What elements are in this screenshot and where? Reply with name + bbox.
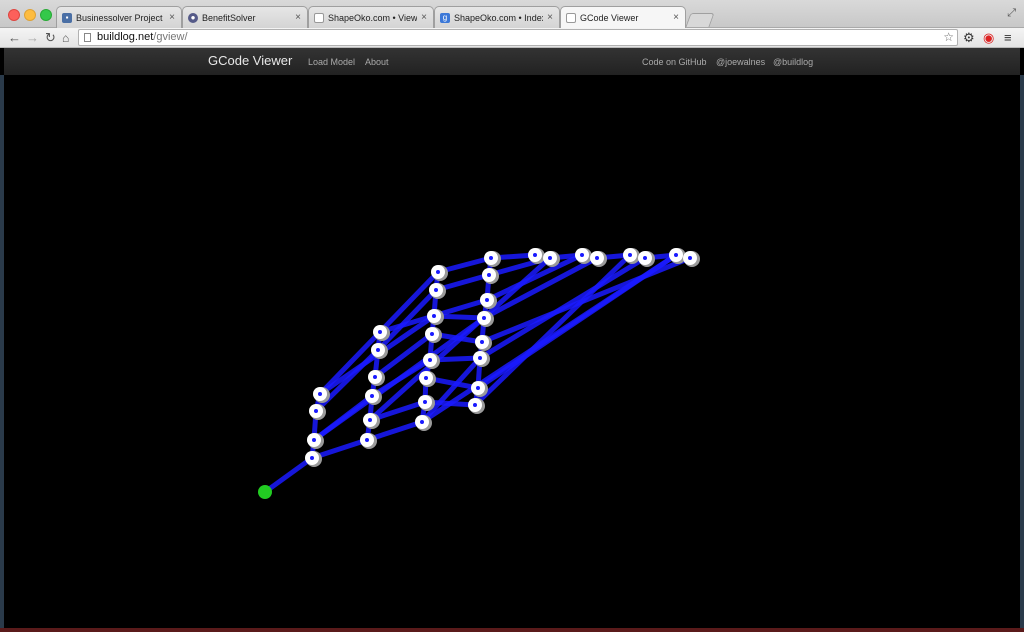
toolpath-vertex bbox=[363, 413, 380, 429]
toolpath-vertex bbox=[360, 433, 377, 449]
toolpath-vertex bbox=[575, 248, 592, 264]
toolpath-vertex bbox=[683, 251, 700, 267]
toolpath-vertex bbox=[305, 451, 322, 467]
toolpath-vertex bbox=[313, 387, 330, 403]
toolpath-vertex bbox=[419, 371, 436, 387]
toolpath-vertex bbox=[471, 381, 488, 397]
toolpath-vertex bbox=[368, 370, 385, 386]
toolpath-segment bbox=[263, 455, 314, 495]
toolpath-vertex bbox=[480, 293, 497, 309]
toolpath-vertex bbox=[590, 251, 607, 267]
toolpath-vertex bbox=[307, 433, 324, 449]
toolpath-vertex bbox=[425, 327, 442, 343]
tab-gcode-viewer[interactable]: GCode Viewer × bbox=[560, 6, 686, 28]
toolpath-vertex bbox=[482, 268, 499, 284]
page-favicon-icon bbox=[566, 12, 576, 23]
toolpath-vertex bbox=[415, 415, 432, 431]
toolpath-render bbox=[258, 248, 700, 499]
toolpath-vertex bbox=[484, 251, 501, 267]
toolpath-vertex bbox=[309, 404, 326, 420]
tab-title: GCode Viewer bbox=[580, 12, 639, 23]
start-point-marker bbox=[258, 485, 272, 499]
browser-window: ▪ Businessolver Project Mana × ● Benefit… bbox=[0, 0, 1024, 632]
toolpath-vertex bbox=[638, 251, 655, 267]
toolpath-vertex bbox=[475, 335, 492, 351]
toolpath-segment bbox=[318, 330, 382, 396]
tab-close-icon[interactable]: × bbox=[673, 12, 679, 23]
toolpath-vertex bbox=[468, 398, 485, 414]
toolpath-vertex bbox=[427, 309, 444, 325]
toolpath-vertex bbox=[418, 395, 435, 411]
toolpath-vertex bbox=[423, 353, 440, 369]
